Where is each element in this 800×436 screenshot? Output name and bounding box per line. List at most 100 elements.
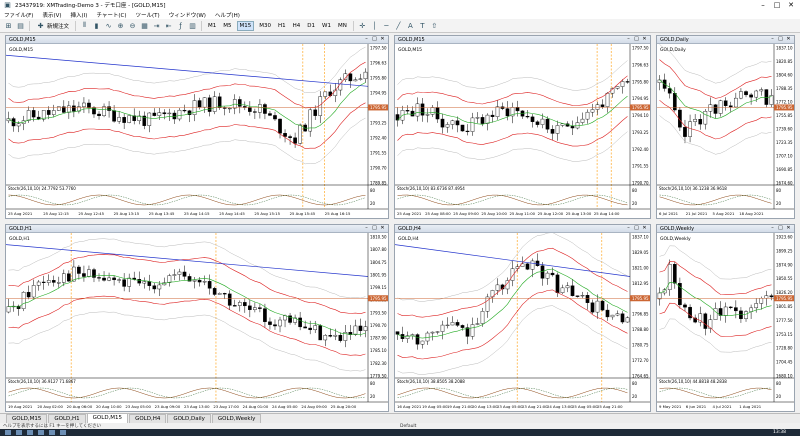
- chart-window-gold-weekly[interactable]: GOLD,Weekly – □ ✕ GOLD,Weekly 1923.60 1899.2…: [656, 224, 795, 412]
- price-chart[interactable]: GOLD,H1 1810.50 1807.80 1804.75 1801.95 1799.…: [6, 233, 388, 411]
- tab-gold-h1[interactable]: GOLD,H1: [48, 414, 86, 423]
- timeframe-h4[interactable]: H4: [291, 22, 303, 30]
- candle-body: [560, 123, 565, 126]
- timeframe-d1[interactable]: D1: [305, 22, 317, 30]
- close-icon[interactable]: ✕: [379, 225, 386, 232]
- timeframe-m15[interactable]: M15: [236, 20, 255, 31]
- maximize-icon[interactable]: □: [633, 36, 640, 43]
- price-chart[interactable]: GOLD,H41837.101829.051821.001812.951804.…: [395, 233, 650, 411]
- explorer-icon[interactable]: [38, 430, 44, 435]
- candle-body: [51, 110, 56, 115]
- menu-chart[interactable]: チャート(C): [96, 11, 126, 19]
- chart-window-gold-h4[interactable]: GOLD,H4 – □ ✕ GOLD,H4 1837.10 1829.05 1821.00…: [394, 224, 651, 412]
- tile-icon[interactable]: ▦: [140, 21, 149, 30]
- crosshair-icon[interactable]: ✛: [358, 21, 367, 30]
- timeframe-m5[interactable]: M5: [221, 22, 233, 30]
- zoom-out-icon[interactable]: ⊖: [128, 21, 137, 30]
- minimize-icon[interactable]: –: [769, 36, 776, 43]
- minimize-button[interactable]: –: [756, 0, 770, 10]
- minimize-icon[interactable]: –: [625, 225, 632, 232]
- new-chart-icon[interactable]: ⊞: [4, 21, 13, 30]
- minimize-icon[interactable]: –: [363, 36, 370, 43]
- minimize-icon[interactable]: –: [769, 225, 776, 232]
- timeframe-m1[interactable]: M1: [206, 22, 218, 30]
- arrows-icon[interactable]: ⇧: [430, 21, 439, 30]
- price-chart[interactable]: GOLD,M151797.501796.631795.801794.951794…: [6, 44, 388, 218]
- search-icon[interactable]: [16, 430, 22, 435]
- candle-body: [764, 89, 769, 105]
- price-chart[interactable]: GOLD,M151797.501796.631795.801794.951794…: [395, 44, 650, 218]
- candle-body: [410, 110, 415, 117]
- toolbar: ⊞ ▤ ✚ 新規注文 ⫴ ▮ ∿ ⊕ ⊖ ▦ ⇥ ⇤ ƒ ▥ M1 M5 M15…: [0, 19, 800, 33]
- timeframe-m30[interactable]: M30: [257, 22, 273, 30]
- maximize-icon[interactable]: □: [371, 36, 378, 43]
- tab-gold-weekly[interactable]: GOLD,Weekly: [211, 414, 262, 423]
- vertical-line-icon[interactable]: │: [370, 21, 379, 30]
- minimize-icon[interactable]: –: [363, 225, 370, 232]
- price-tick-label: 1820.85: [776, 59, 793, 64]
- chart-area[interactable]: GOLD,M151797.501796.631795.801794.951794…: [395, 44, 650, 218]
- price-chart[interactable]: GOLD,Daily 1837.101820.851804.601788.3517…: [657, 44, 794, 218]
- chart-area[interactable]: GOLD,H1 1810.50 1807.80 1804.75 1801.95 1799.…: [6, 233, 388, 411]
- date-tick-label: 4 Jul 2021: [713, 404, 733, 409]
- close-icon[interactable]: ✕: [641, 36, 648, 43]
- templates-icon[interactable]: ▥: [188, 21, 197, 30]
- candle-body: [36, 281, 41, 286]
- chart-window-gold-daily[interactable]: GOLD,Daily – □ ✕ GOLD,Daily 1837.10 1820.85 1…: [656, 35, 795, 219]
- tab-gold-m15-active[interactable]: GOLD,M15: [86, 413, 129, 423]
- menu-window[interactable]: ウィンドウ(W): [169, 11, 206, 19]
- maximize-icon[interactable]: □: [633, 225, 640, 232]
- maximize-icon[interactable]: □: [371, 225, 378, 232]
- price-chart[interactable]: GOLD,Weekly 1923.60 1899.25 1874.90 1850.55 1…: [657, 233, 794, 411]
- date-tick-label: 25 Aug 21:00: [597, 404, 623, 409]
- maximize-button[interactable]: □: [770, 0, 784, 10]
- candlestick-icon[interactable]: ▮: [92, 21, 101, 30]
- close-icon[interactable]: ✕: [785, 36, 792, 43]
- label-icon[interactable]: T: [418, 21, 427, 30]
- taskview-icon[interactable]: [27, 430, 33, 435]
- text-icon[interactable]: A: [406, 21, 415, 30]
- line-chart-icon[interactable]: ∿: [104, 21, 113, 30]
- candle-body: [525, 263, 530, 270]
- close-icon[interactable]: ✕: [641, 225, 648, 232]
- candle-body: [122, 117, 126, 123]
- menu-help[interactable]: ヘルプ(H): [215, 11, 240, 19]
- profiles-icon[interactable]: ▤: [16, 21, 25, 30]
- close-icon[interactable]: ✕: [785, 225, 792, 232]
- chart-window-gold-m15-second[interactable]: GOLD,M15 – □ ✕ GOLD,M15 1797.50 1796.63 1795.…: [394, 35, 651, 219]
- chart-window-title: GOLD,M15: [398, 36, 425, 43]
- browser-icon[interactable]: [49, 430, 55, 435]
- tab-gold-m15[interactable]: GOLD,M15: [6, 414, 48, 423]
- timeframe-w1[interactable]: W1: [320, 22, 333, 30]
- autoscroll-icon[interactable]: ⇥: [152, 21, 161, 30]
- indicators-icon[interactable]: ƒ: [176, 21, 185, 30]
- mt4-icon[interactable]: [60, 430, 66, 435]
- chart-window-gold-m15[interactable]: GOLD,M15 – □ ✕ GOLD,M15 1797.50 1796.63 1795.…: [5, 35, 389, 219]
- start-icon[interactable]: [5, 430, 11, 435]
- close-icon[interactable]: ✕: [379, 36, 386, 43]
- menu-insert[interactable]: 挿入(I): [71, 11, 88, 19]
- horizontal-line-icon[interactable]: ─: [382, 21, 391, 30]
- tab-gold-h4[interactable]: GOLD,H4: [129, 414, 167, 423]
- menu-view[interactable]: 表示(V): [42, 11, 61, 19]
- menu-file[interactable]: ファイル(F): [4, 11, 33, 19]
- trendline-icon[interactable]: ╱: [394, 21, 403, 30]
- maximize-icon[interactable]: □: [777, 36, 784, 43]
- minimize-icon[interactable]: –: [625, 36, 632, 43]
- timeframe-mn[interactable]: MN: [336, 22, 349, 30]
- chart-area[interactable]: GOLD,H41837.101829.051821.001812.951804.…: [395, 233, 650, 411]
- maximize-icon[interactable]: □: [777, 225, 784, 232]
- chart-area[interactable]: GOLD,Daily 1837.10 1820.85 1804.60 1788.35 17…: [657, 44, 794, 218]
- chart-area[interactable]: GOLD,Weekly 1923.60 1899.25 1874.90 1850.55 1…: [657, 233, 794, 411]
- zoom-in-icon[interactable]: ⊕: [116, 21, 125, 30]
- menu-tools[interactable]: ツール(T): [136, 11, 160, 19]
- candle-body: [222, 293, 227, 295]
- chart-window-gold-h1[interactable]: GOLD,H1 – □ ✕ GOLD,H1 1810.50 1807.80 1804.75…: [5, 224, 389, 412]
- timeframe-h1[interactable]: H1: [276, 22, 288, 30]
- chart-area[interactable]: GOLD,M151797.501796.631795.801794.951794…: [6, 44, 388, 218]
- tab-gold-daily[interactable]: GOLD,Daily: [167, 414, 211, 423]
- chart-shift-icon[interactable]: ⇤: [164, 21, 173, 30]
- bar-chart-icon[interactable]: ⫴: [80, 21, 89, 30]
- close-button[interactable]: ✕: [784, 0, 798, 10]
- new-order-button[interactable]: ✚ 新規注文: [34, 21, 71, 31]
